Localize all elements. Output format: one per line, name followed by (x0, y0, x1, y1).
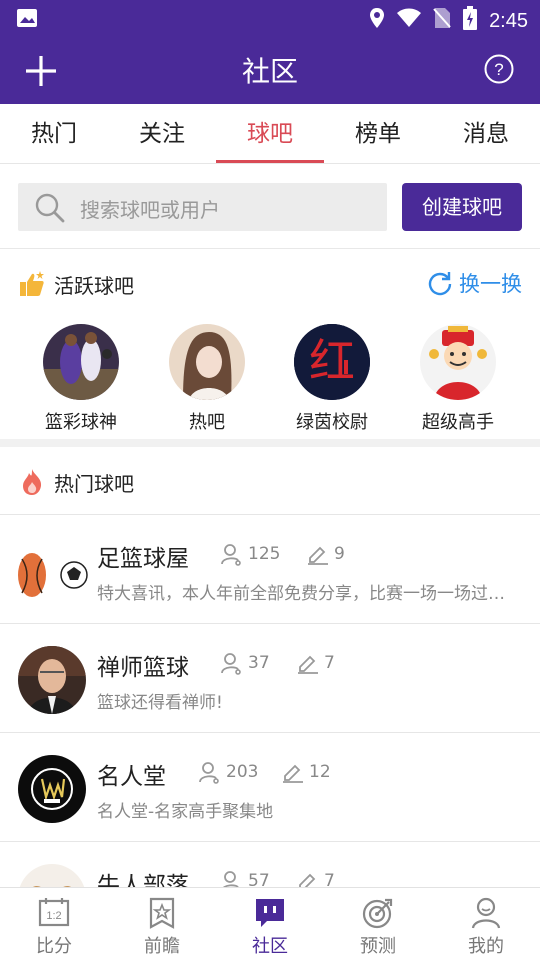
avatar (169, 324, 245, 400)
active-bar-item[interactable]: 超级高手 (408, 324, 508, 434)
search-input[interactable]: 搜索球吧或用户 (18, 183, 387, 231)
search-row: 搜索球吧或用户 创建球吧 (0, 165, 540, 249)
nav-community[interactable]: 社区 (216, 888, 324, 960)
nav-score-label: 比分 (36, 936, 72, 957)
no-sim-icon (433, 7, 451, 35)
avatar-red-char: 红 (309, 334, 355, 388)
chat-bubble-icon (256, 899, 284, 927)
bar-description: 篮球还得看禅师! (97, 693, 223, 713)
member-count: 37 (220, 651, 270, 675)
refresh-button[interactable]: 换一换 (427, 268, 522, 298)
edit-icon (308, 546, 328, 565)
member-count-value: 203 (226, 762, 259, 782)
active-bar-item[interactable]: 篮彩球神 (31, 324, 131, 434)
fire-icon (23, 469, 42, 495)
member-count: 203 (198, 760, 258, 784)
post-count-value: 9 (334, 544, 345, 564)
avatar (18, 646, 86, 714)
tab-follow[interactable]: 关注 (108, 104, 216, 163)
active-bar-item[interactable]: 热吧 (157, 324, 257, 434)
bar-name: 名人堂 (97, 764, 166, 790)
status-time: 2:45 (489, 9, 528, 32)
active-bar-item[interactable]: 红 绿茵校尉 (282, 324, 382, 434)
nav-score[interactable]: 1:2 比分 (0, 888, 108, 960)
active-bar-label: 绿茵校尉 (296, 412, 368, 433)
avatar (420, 324, 496, 400)
page-title: 社区 (241, 55, 298, 88)
tab-bars[interactable]: 球吧 (216, 104, 324, 163)
search-icon (35, 193, 65, 223)
thumbs-up-icon (20, 271, 44, 296)
bar-description: 特大喜讯，本人年前全部免费分享，比赛一场一场过… (97, 584, 505, 604)
create-bar-button[interactable]: 创建球吧 (402, 183, 522, 231)
location-icon (369, 7, 385, 35)
edit-icon (298, 655, 318, 674)
member-count-value: 125 (248, 544, 281, 564)
nav-preview[interactable]: 前瞻 (108, 888, 216, 960)
section-divider (0, 439, 540, 447)
nav-community-label: 社区 (252, 936, 288, 957)
active-bar-label: 热吧 (189, 412, 225, 433)
active-bar-label: 超级高手 (422, 412, 494, 433)
nav-profile[interactable]: 我的 (432, 888, 540, 960)
bookmark-star-icon (149, 897, 175, 929)
refresh-label: 换一换 (459, 272, 522, 296)
members-icon (221, 653, 241, 675)
active-bars-header: 活跃球吧 换一换 (0, 256, 540, 312)
tab-messages[interactable]: 消息 (432, 104, 540, 163)
nav-profile-label: 我的 (468, 936, 504, 957)
members-icon (221, 544, 241, 566)
nav-preview-label: 前瞻 (144, 936, 180, 957)
user-icon (471, 897, 501, 929)
avatar (18, 537, 88, 605)
svg-text:1:2: 1:2 (46, 910, 61, 922)
refresh-icon (428, 272, 452, 296)
active-bar-label: 篮彩球神 (45, 412, 117, 433)
status-bar: 2:45 (0, 0, 540, 36)
member-count-value: 37 (248, 653, 270, 673)
hot-bars-title: 热门球吧 (54, 472, 134, 496)
help-icon[interactable]: ? (484, 54, 514, 84)
bottom-nav: 1:2 比分 前瞻 社区 预测 我的 (0, 887, 540, 960)
active-bars-list: 篮彩球神 热吧 红 绿茵校尉 超级高手 (0, 320, 540, 434)
search-placeholder: 搜索球吧或用户 (80, 198, 220, 222)
post-count-value: 7 (324, 653, 335, 673)
svg-text:?: ? (494, 60, 503, 79)
battery-charging-icon (463, 6, 478, 36)
gallery-notification-icon (16, 8, 38, 32)
wifi-icon (397, 8, 422, 34)
post-count: 7 (296, 651, 335, 675)
list-item[interactable]: 足篮球屋 125 9 特大喜讯，本人年前全部免费分享，比赛一场一场过… (0, 514, 540, 623)
tab-ranking[interactable]: 榜单 (324, 104, 432, 163)
bar-name: 禅师篮球 (97, 655, 189, 681)
avatar: 红 (294, 324, 370, 400)
hot-bars-header: 热门球吧 (0, 454, 540, 510)
post-count: 9 (306, 542, 345, 566)
app-bar: 社区 ? (0, 36, 540, 104)
members-icon (199, 762, 219, 784)
edit-icon (283, 764, 303, 783)
bar-name: 足篮球屋 (97, 546, 189, 572)
target-icon (362, 898, 393, 929)
nav-predict-label: 预测 (360, 936, 396, 957)
scoreboard-icon: 1:2 (38, 898, 70, 927)
post-count: 12 (281, 760, 331, 784)
list-item[interactable]: 禅师篮球 37 7 篮球还得看禅师! (0, 623, 540, 732)
tab-hot[interactable]: 热门 (0, 104, 108, 163)
bar-description: 名人堂-名家高手聚集地 (97, 802, 274, 822)
member-count: 125 (220, 542, 280, 566)
list-item[interactable]: 名人堂 203 12 名人堂-名家高手聚集地 (0, 732, 540, 841)
active-bars-title: 活跃球吧 (54, 274, 134, 298)
nav-predict[interactable]: 预测 (324, 888, 432, 960)
avatar (18, 755, 86, 823)
avatar (43, 324, 119, 400)
post-count-value: 12 (309, 762, 331, 782)
tab-bar: 热门 关注 球吧 榜单 消息 (0, 104, 540, 164)
